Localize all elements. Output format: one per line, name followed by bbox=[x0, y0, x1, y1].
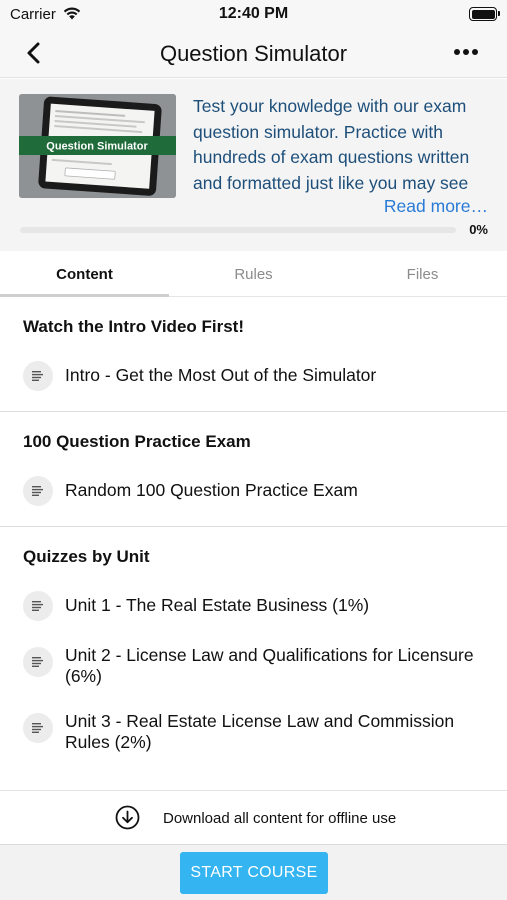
tab-content[interactable]: Content bbox=[0, 251, 169, 297]
battery-icon bbox=[469, 7, 500, 21]
document-lines-icon bbox=[23, 713, 53, 743]
lesson-item[interactable]: Intro - Get the Most Out of the Simulato… bbox=[0, 351, 507, 401]
lesson-title: Unit 3 - Real Estate License Law and Com… bbox=[65, 711, 455, 752]
download-offline-label: Download all content for offline use bbox=[163, 810, 397, 827]
lesson-title: Random 100 Question Practice Exam bbox=[65, 480, 358, 500]
tab-bar: Content Rules Files bbox=[0, 251, 507, 297]
section-quizzes: Quizzes by Unit Unit 1 - The Real Estate… bbox=[0, 527, 507, 773]
course-header: Question Simulator Test your knowledge w… bbox=[0, 79, 507, 251]
clock-time: 12:40 PM bbox=[218, 5, 289, 22]
document-lines-icon bbox=[23, 591, 53, 621]
lesson-title: Unit 1 - The Real Estate Business (1%) bbox=[65, 595, 370, 615]
section-practice-exam: 100 Question Practice Exam Random 100 Qu… bbox=[0, 412, 507, 527]
section-title: Quizzes by Unit bbox=[23, 547, 150, 566]
footer-bar: START COURSE bbox=[0, 844, 507, 900]
section-intro: Watch the Intro Video First! Intro - Get… bbox=[0, 297, 507, 412]
download-circle-icon bbox=[115, 805, 140, 830]
read-more-link[interactable]: Read more… bbox=[384, 196, 488, 217]
course-progress-bar bbox=[20, 227, 456, 233]
course-description: Test your knowledge with our exam questi… bbox=[193, 96, 470, 193]
download-offline-bar[interactable]: Download all content for offline use bbox=[0, 790, 507, 844]
section-title: Watch the Intro Video First! bbox=[23, 317, 245, 336]
thumbnail-caption: Question Simulator bbox=[46, 141, 148, 153]
lesson-item[interactable]: Unit 2 - License Law and Qualifications … bbox=[0, 631, 507, 697]
tablet-image: Question Simulator bbox=[19, 94, 176, 198]
document-lines-icon bbox=[23, 647, 53, 677]
start-course-button[interactable]: START COURSE bbox=[180, 852, 328, 894]
navigation-bar: Question Simulator bbox=[0, 28, 507, 78]
page-title: Question Simulator bbox=[159, 41, 348, 66]
lesson-title: Intro - Get the Most Out of the Simulato… bbox=[65, 365, 377, 385]
ellipsis-icon[interactable] bbox=[453, 48, 479, 56]
lesson-title: Unit 2 - License Law and Qualifications … bbox=[65, 645, 474, 686]
course-thumbnail: Question Simulator bbox=[19, 94, 176, 198]
lesson-list: Watch the Intro Video First! Intro - Get… bbox=[0, 297, 507, 790]
section-title: 100 Question Practice Exam bbox=[23, 432, 251, 451]
course-progress-label: 0% bbox=[469, 222, 488, 237]
lesson-item[interactable]: Unit 1 - The Real Estate Business (1%) bbox=[0, 581, 507, 631]
lesson-item[interactable]: Unit 3 - Real Estate License Law and Com… bbox=[0, 697, 507, 763]
lesson-item[interactable]: Random 100 Question Practice Exam bbox=[0, 466, 507, 516]
status-bar: Carrier 12:40 PM bbox=[0, 0, 507, 28]
document-lines-icon bbox=[23, 361, 53, 391]
tab-files[interactable]: Files bbox=[338, 251, 507, 297]
tab-rules[interactable]: Rules bbox=[169, 251, 338, 297]
document-lines-icon bbox=[23, 476, 53, 506]
